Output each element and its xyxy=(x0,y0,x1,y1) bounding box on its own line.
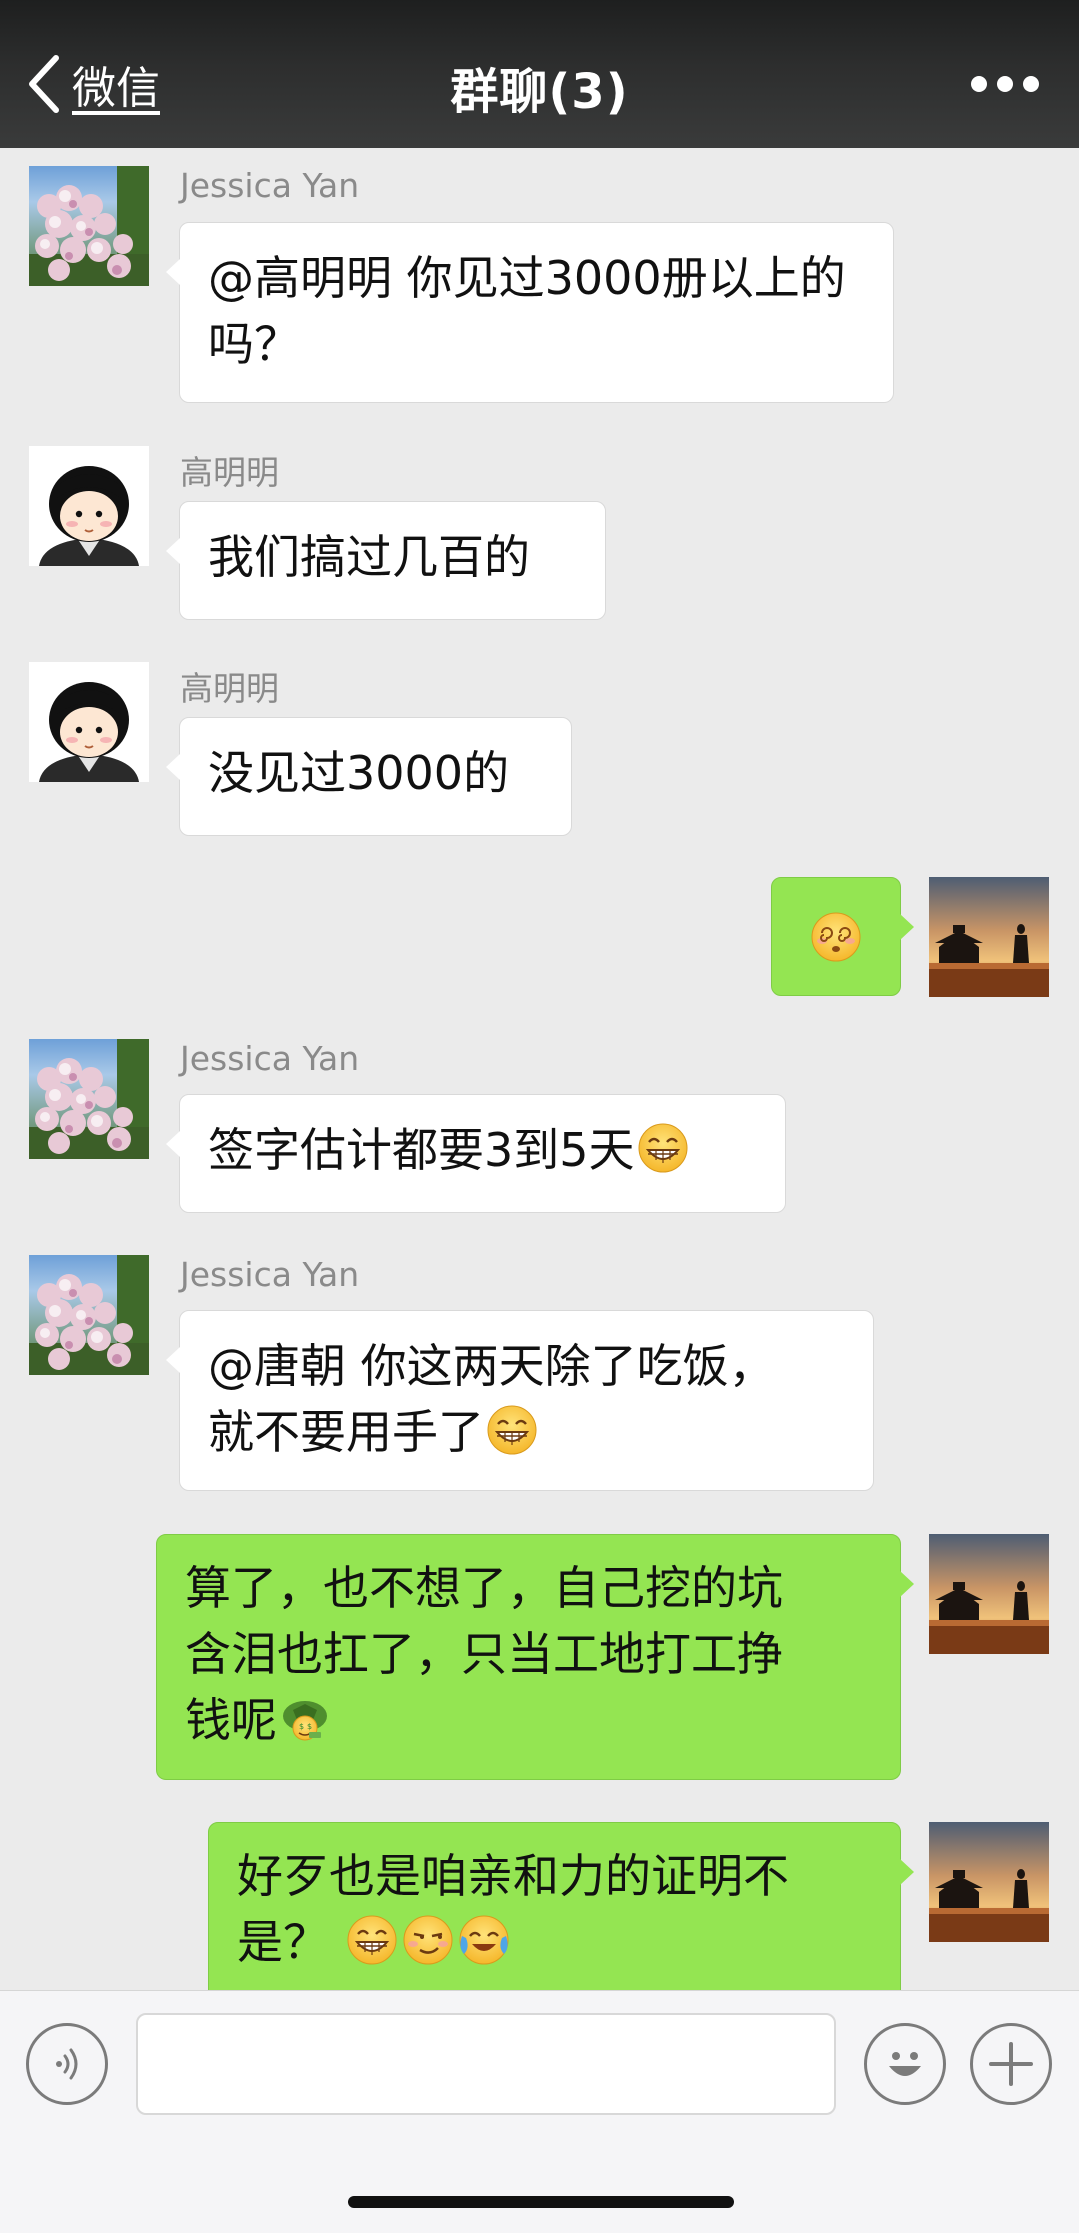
message-bubble[interactable]: @唐朝 你这两天除了吃饭， 就不要用手了 xyxy=(166,1310,874,1491)
sender-name: Jessica Yan xyxy=(180,166,360,205)
cartoon-girl-avatar[interactable] xyxy=(29,662,149,782)
message-text-line: 好歹也是咱亲和力的证明不 xyxy=(237,1849,789,1903)
sunset-figure-avatar[interactable] xyxy=(929,1822,1049,1942)
grin-emoji xyxy=(486,1404,538,1456)
hydrangea-avatar[interactable] xyxy=(29,166,149,286)
message-text-line: 钱呢 xyxy=(185,1693,277,1747)
voice-input-button[interactable] xyxy=(26,2023,108,2105)
grin-emoji xyxy=(346,1914,398,1966)
smiley-icon xyxy=(889,2052,921,2076)
cartoon-girl-avatar[interactable] xyxy=(29,446,149,566)
sender-name: 高明明 xyxy=(180,453,279,492)
message-bubble[interactable]: 没见过3000的 xyxy=(166,717,572,836)
money-turtle-emoji xyxy=(279,1692,331,1744)
message-bubble[interactable] xyxy=(771,877,914,996)
message-bubble[interactable]: @高明明 你见过3000册以上的吗？ xyxy=(166,222,894,403)
sender-name: 高明明 xyxy=(180,669,279,708)
message-bubble[interactable]: 签字估计都要3到5天 xyxy=(166,1094,786,1213)
sunset-figure-avatar[interactable] xyxy=(929,877,1049,997)
sunset-figure-avatar[interactable] xyxy=(929,1534,1049,1654)
message-text-line: 含泪也扛了，只当工地打工挣 xyxy=(185,1627,783,1681)
chat-title: 群聊(3) xyxy=(450,64,629,120)
message-bubble[interactable]: 算了，也不想了，自己挖的坑 含泪也扛了，只当工地打工挣 钱呢 xyxy=(156,1534,914,1780)
more-options-icon[interactable] xyxy=(971,70,1039,98)
hydrangea-avatar[interactable] xyxy=(29,1255,149,1375)
message-text-line: 是？ xyxy=(237,1915,329,1969)
message-bubble[interactable]: 我们搞过几百的 xyxy=(166,501,606,620)
voice-icon xyxy=(56,2048,78,2080)
message-text-line: 算了，也不想了，自己挖的坑 xyxy=(185,1561,783,1615)
plus-icon xyxy=(989,2042,1033,2086)
message-text-line: @唐朝 你这两天除了吃饭， xyxy=(208,1339,775,1393)
emoji-button[interactable] xyxy=(864,2023,946,2105)
sender-name: Jessica Yan xyxy=(180,1255,360,1294)
smirk-emoji xyxy=(402,1914,454,1966)
message-input[interactable] xyxy=(136,2013,836,2115)
sender-name: Jessica Yan xyxy=(180,1039,360,1078)
hydrangea-avatar[interactable] xyxy=(29,1039,149,1159)
dizzy-face-emoji xyxy=(810,911,862,963)
message-text-line: 就不要用手了 xyxy=(208,1405,484,1459)
plus-button[interactable] xyxy=(970,2023,1052,2105)
home-indicator[interactable] xyxy=(348,2196,734,2208)
grin-emoji xyxy=(637,1122,689,1174)
message-text: 签字估计都要3到5天 xyxy=(208,1123,635,1177)
chat-header: 微信 群聊(3) xyxy=(0,0,1079,148)
crying-laughing-emoji xyxy=(458,1914,510,1966)
